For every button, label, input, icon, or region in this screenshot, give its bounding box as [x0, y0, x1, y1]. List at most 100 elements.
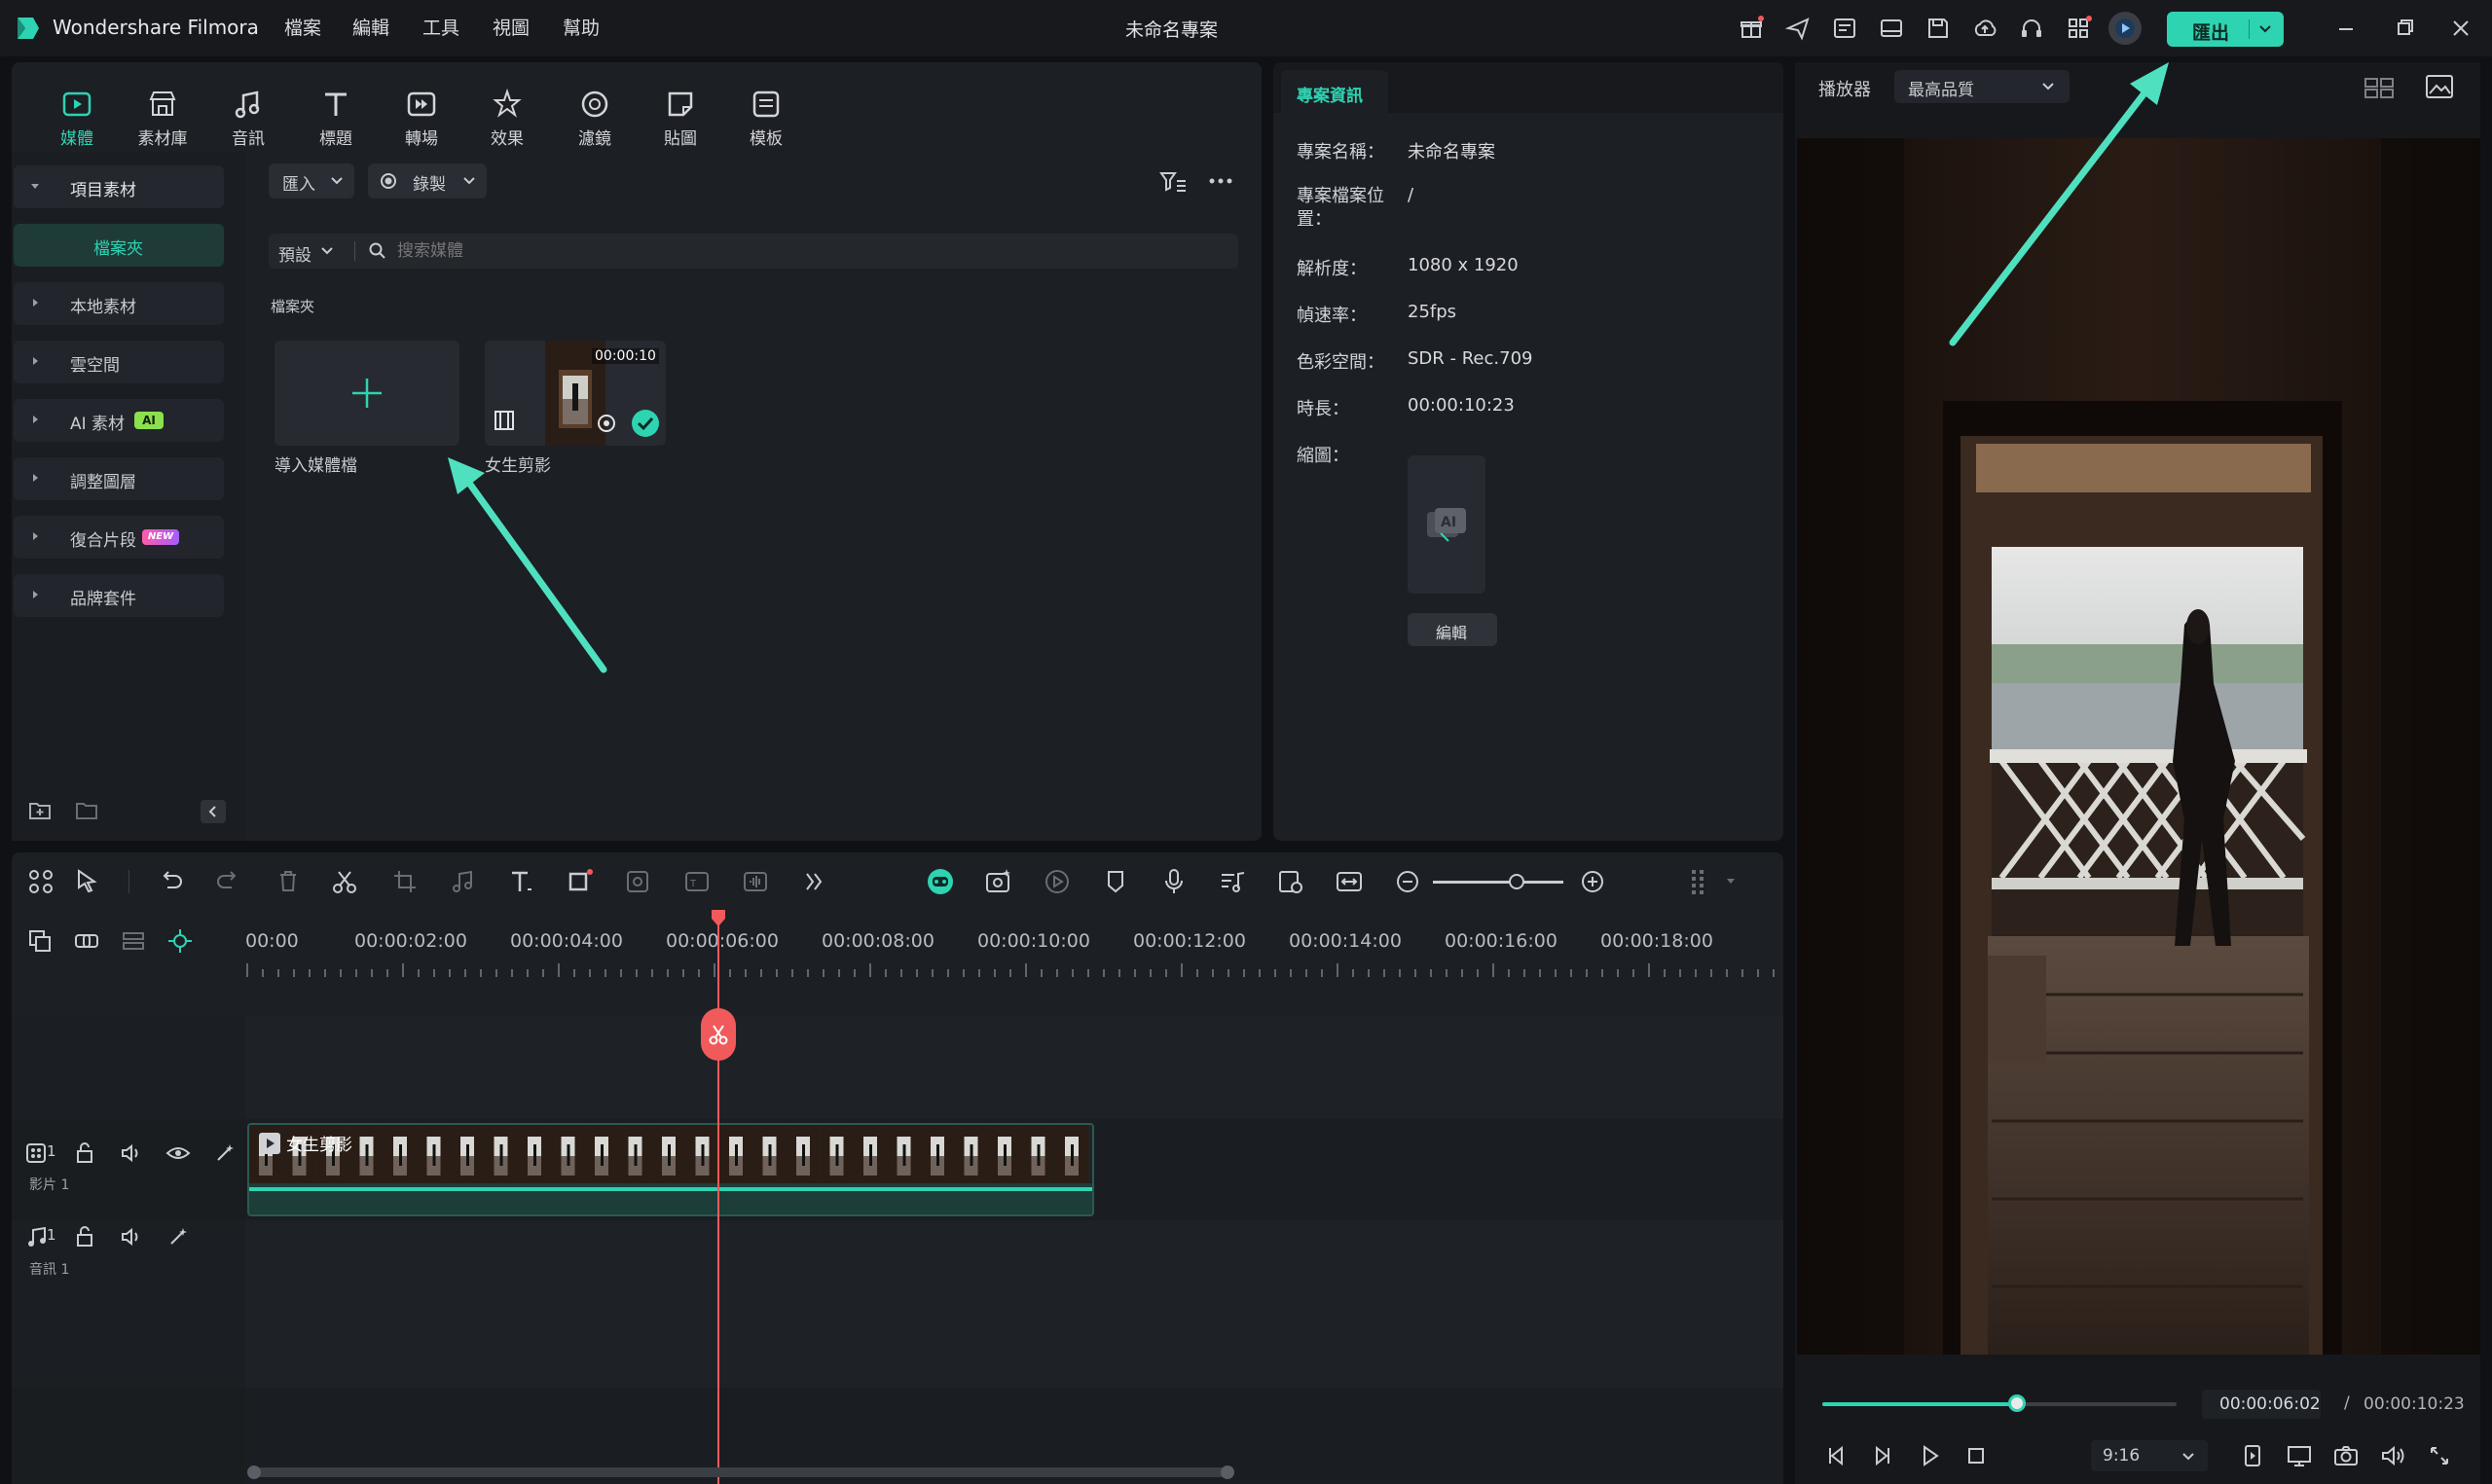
menu-tools[interactable]: 工具 [422, 14, 459, 40]
layout-grid-icon[interactable] [23, 864, 58, 899]
zoom-slider-knob[interactable] [1509, 874, 1524, 889]
delete-icon[interactable] [271, 864, 306, 899]
fullscreen-icon[interactable] [2424, 1440, 2455, 1471]
close-icon[interactable] [2441, 12, 2480, 45]
shape-tool-icon[interactable] [563, 864, 598, 899]
auto-enhance-icon[interactable] [981, 864, 1016, 899]
ai-object-icon[interactable] [621, 864, 656, 899]
visibility-eye-icon[interactable] [164, 1139, 193, 1168]
magnet-snap-icon[interactable] [165, 926, 195, 956]
export-button[interactable]: 匯出 [2167, 12, 2284, 47]
menu-edit[interactable]: 編輯 [352, 14, 389, 40]
split-at-playhead-button[interactable] [701, 1008, 736, 1061]
ai-caption-icon[interactable]: T [679, 864, 715, 899]
media-clip-tile[interactable]: 00:00:10 [485, 341, 666, 446]
ai-track-icon[interactable] [164, 1222, 193, 1251]
send-icon[interactable] [1783, 14, 1813, 43]
more-tools-icon[interactable] [796, 864, 831, 899]
restore-icon[interactable] [2385, 12, 2424, 45]
camera-snapshot-icon[interactable] [2330, 1440, 2362, 1471]
cloud-upload-icon[interactable] [1970, 14, 1999, 43]
voiceover-replace-icon[interactable] [1273, 864, 1308, 899]
minimize-icon[interactable] [2327, 12, 2365, 45]
sidebar-item-brand-kit[interactable]: 品牌套件 [14, 574, 224, 617]
next-frame-icon[interactable] [1867, 1440, 1898, 1471]
tab-media[interactable]: 媒體 [43, 88, 111, 149]
marker-icon[interactable] [1098, 864, 1133, 899]
zoom-in-icon[interactable] [1575, 864, 1610, 899]
tab-stickers[interactable]: 貼圖 [646, 88, 715, 149]
render-preview-icon[interactable] [2237, 1440, 2268, 1471]
sidebar-item-adjustment[interactable]: 調整圖層 [14, 457, 224, 500]
tab-audio[interactable]: 音訊 [214, 88, 282, 149]
tab-project-info[interactable]: 專案資訊 [1281, 70, 1388, 113]
track-layout-icon[interactable] [1680, 864, 1715, 899]
scrollbar-right-handle[interactable] [1221, 1466, 1234, 1479]
ai-voice-icon[interactable] [738, 864, 773, 899]
folder-icon[interactable] [74, 798, 99, 823]
apps-grid-icon[interactable] [2064, 14, 2093, 43]
more-options-icon[interactable] [1207, 169, 1234, 193]
headset-icon[interactable] [2017, 14, 2046, 43]
snapshot-image-icon[interactable] [2424, 72, 2455, 101]
sidebar-item-ai[interactable]: AI 素材 AI [14, 399, 224, 442]
timeline-ruler[interactable] [245, 913, 1783, 1016]
ai-track-icon[interactable] [210, 1139, 239, 1168]
sidebar-item-compound[interactable]: 復合片段 NEW [14, 516, 224, 559]
ai-copilot-icon[interactable] [923, 864, 958, 899]
link-clips-icon[interactable] [72, 926, 101, 956]
undo-icon[interactable] [154, 864, 189, 899]
avatar[interactable] [2108, 12, 2142, 45]
record-dropdown[interactable]: 錄製 [368, 163, 487, 199]
volume-icon[interactable] [2377, 1440, 2408, 1471]
import-media-tile[interactable] [275, 341, 459, 446]
sidebar-item-project-media[interactable]: 項目素材 [14, 165, 224, 208]
tab-transitions[interactable]: 轉場 [387, 88, 456, 149]
audio-mixer-icon[interactable] [1215, 864, 1250, 899]
menu-file[interactable]: 檔案 [284, 14, 321, 40]
text-tool-icon[interactable] [504, 864, 539, 899]
video-clip[interactable]: 女生剪影 [247, 1123, 1094, 1216]
filter-sort-icon[interactable] [1158, 167, 1188, 195]
sidebar-item-folder[interactable]: 檔案夾 [14, 224, 224, 267]
lock-track-icon[interactable] [70, 1139, 99, 1168]
playback-progress[interactable] [1822, 1394, 2177, 1412]
menu-view[interactable]: 視圖 [493, 14, 530, 40]
audio-edit-icon[interactable] [446, 864, 481, 899]
play-icon[interactable] [1914, 1440, 1945, 1471]
crop-icon[interactable] [387, 864, 422, 899]
timeline-scrollbar[interactable] [247, 1466, 1234, 1479]
tab-stock[interactable]: 素材庫 [128, 88, 197, 149]
previous-frame-icon[interactable] [1820, 1440, 1851, 1471]
render-icon[interactable] [1040, 864, 1075, 899]
save-icon[interactable] [1924, 14, 1953, 43]
track-layout-dropdown-icon[interactable] [1723, 874, 1739, 887]
aspect-ratio-dropdown[interactable]: 9:16 [2091, 1440, 2208, 1471]
select-pointer-icon[interactable] [70, 864, 105, 899]
lock-track-icon[interactable] [70, 1222, 99, 1251]
zoom-out-icon[interactable] [1390, 864, 1425, 899]
tab-templates[interactable]: 模板 [732, 88, 800, 149]
grid-view-icon[interactable] [2364, 74, 2395, 101]
microphone-icon[interactable] [1156, 864, 1191, 899]
zoom-slider[interactable] [1433, 872, 1563, 891]
redo-icon[interactable] [210, 864, 245, 899]
stop-icon[interactable] [1961, 1440, 1992, 1471]
sort-dropdown[interactable]: 預設 [278, 239, 347, 266]
track-manager-icon[interactable] [119, 926, 148, 956]
chevron-down-icon[interactable] [2256, 21, 2274, 37]
new-folder-icon[interactable] [27, 798, 53, 823]
sidebar-item-local[interactable]: 本地素材 [14, 282, 224, 325]
menu-help[interactable]: 幫助 [563, 14, 600, 40]
template-icon[interactable] [1830, 14, 1859, 43]
mute-track-icon[interactable] [117, 1222, 146, 1251]
collapse-sidebar-icon[interactable] [201, 800, 226, 823]
display-icon[interactable] [2284, 1440, 2315, 1471]
import-dropdown[interactable]: 匯入 [269, 163, 354, 199]
search-input[interactable] [395, 235, 1213, 267]
mute-track-icon[interactable] [117, 1139, 146, 1168]
sidebar-item-cloud[interactable]: 雲空間 [14, 341, 224, 383]
tab-filters[interactable]: 濾鏡 [561, 88, 629, 149]
layout-icon[interactable] [1877, 14, 1906, 43]
tab-titles[interactable]: 標題 [302, 88, 370, 149]
